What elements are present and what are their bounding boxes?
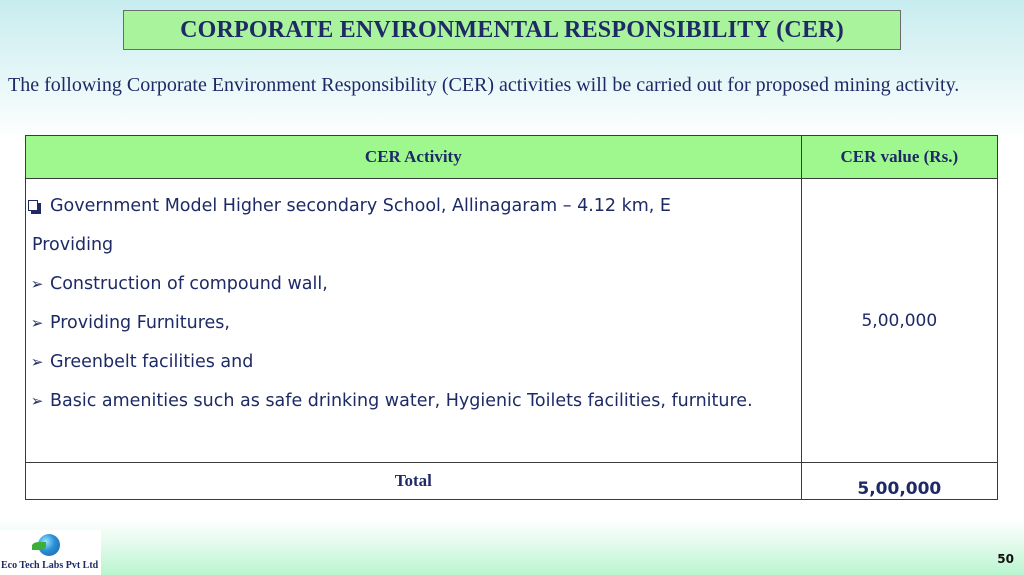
total-row: Total 5,00,000 xyxy=(25,462,999,500)
leaf-icon xyxy=(32,542,46,550)
page-number: 50 xyxy=(997,552,1014,566)
activity-line: Government Model Higher secondary School… xyxy=(26,187,801,226)
square-bullet-icon xyxy=(28,200,41,214)
table-header-row: CER Activity CER value (Rs.) xyxy=(25,135,999,179)
arrow-bullet-icon: ➢ xyxy=(30,275,44,293)
activity-line: ➢ Greenbelt facilities and xyxy=(26,343,801,382)
activity-line-text: Greenbelt facilities and xyxy=(50,352,254,372)
arrow-bullet-icon: ➢ xyxy=(30,353,44,371)
activity-line-text: Government Model Higher secondary School… xyxy=(50,196,671,216)
table-row: Government Model Higher secondary School… xyxy=(25,178,999,463)
activity-line: Providing xyxy=(26,226,801,265)
logo-text: Eco Tech Labs Pvt Ltd xyxy=(1,560,99,571)
page-title: CORPORATE ENVIRONMENTAL RESPONSIBILITY (… xyxy=(123,10,901,50)
header-cer-activity: CER Activity xyxy=(25,135,802,179)
intro-paragraph: The following Corporate Environment Resp… xyxy=(8,74,960,96)
activity-line: ➢ Construction of compound wall, xyxy=(26,265,801,304)
arrow-bullet-icon: ➢ xyxy=(30,314,44,332)
activity-line-text: Construction of compound wall, xyxy=(50,274,328,294)
total-label: Total xyxy=(25,462,802,500)
header-cer-value: CER value (Rs.) xyxy=(800,135,999,179)
total-value: 5,00,000 xyxy=(800,462,999,500)
activity-line-text: Providing xyxy=(32,235,114,255)
activity-cell: Government Model Higher secondary School… xyxy=(25,178,802,463)
cer-value-cell: 5,00,000 xyxy=(800,178,999,463)
activity-line-text: Basic amenities such as safe drinking wa… xyxy=(50,391,753,411)
arrow-bullet-icon: ➢ xyxy=(30,392,44,410)
cer-table: CER Activity CER value (Rs.) Government … xyxy=(25,135,999,500)
activity-line-text: Providing Furnitures, xyxy=(50,313,230,333)
activity-line: ➢ Providing Furnitures, xyxy=(26,304,801,343)
company-logo: Eco Tech Labs Pvt Ltd xyxy=(0,530,101,575)
activity-line: ➢ Basic amenities such as safe drinking … xyxy=(26,382,801,421)
